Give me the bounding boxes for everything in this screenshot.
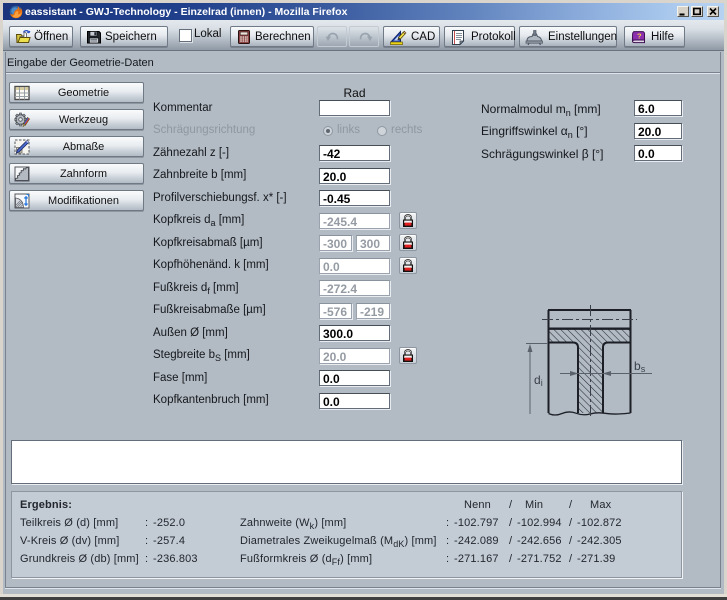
svg-text:bs: bs [634,359,646,374]
svg-text:di: di [534,373,543,388]
